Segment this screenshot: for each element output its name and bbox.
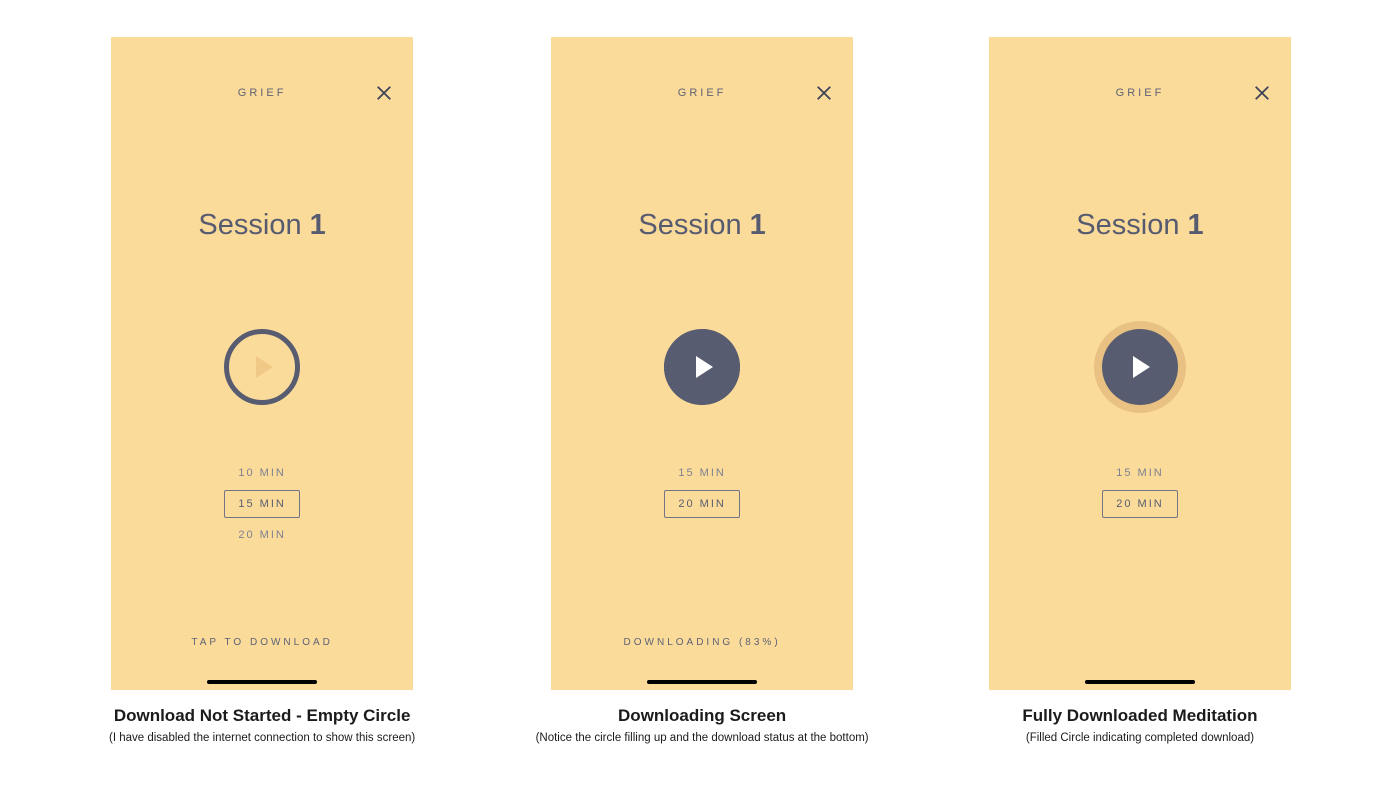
- caption: Download Not Started - Empty Circle (I h…: [109, 706, 415, 744]
- caption: Downloading Screen (Notice the circle fi…: [536, 706, 869, 744]
- play-icon: [696, 356, 713, 378]
- phone-screen-downloading: GRIEF Session 1 15 MIN 20 MIN DOWNLOADIN…: [551, 37, 853, 690]
- screen-col-3: GRIEF Session 1 15 MIN 20 MIN Fully Down…: [989, 37, 1291, 787]
- play-button-wrap: [1094, 329, 1186, 421]
- play-button[interactable]: [224, 329, 300, 405]
- top-bar: GRIEF: [111, 87, 413, 99]
- session-title: Session 1: [111, 209, 413, 242]
- home-indicator[interactable]: [1085, 680, 1195, 684]
- download-status: DOWNLOADING (83%): [551, 637, 853, 648]
- play-icon: [256, 356, 273, 378]
- caption-sub: (Filled Circle indicating completed down…: [1022, 732, 1257, 744]
- duration-option[interactable]: 15 MIN: [678, 467, 725, 479]
- session-prefix: Session: [198, 209, 309, 241]
- duration-option-selected[interactable]: 20 MIN: [664, 490, 739, 518]
- duration-option-selected[interactable]: 15 MIN: [224, 490, 299, 518]
- phone-screen-downloaded: GRIEF Session 1 15 MIN 20 MIN: [989, 37, 1291, 690]
- play-inner: [664, 329, 740, 405]
- caption-title: Download Not Started - Empty Circle: [109, 706, 415, 726]
- screen-col-1: GRIEF Session 1 10 MIN 15 MIN 20 MIN TAP…: [109, 37, 415, 787]
- download-status[interactable]: TAP TO DOWNLOAD: [111, 637, 413, 648]
- session-number: 1: [310, 209, 326, 241]
- play-icon: [1133, 356, 1150, 378]
- caption: Fully Downloaded Meditation (Filled Circ…: [1022, 706, 1257, 744]
- top-bar: GRIEF: [551, 87, 853, 99]
- duration-option[interactable]: 15 MIN: [1116, 467, 1163, 479]
- duration-option[interactable]: 10 MIN: [238, 467, 285, 479]
- session-title: Session 1: [551, 209, 853, 242]
- home-indicator[interactable]: [647, 680, 757, 684]
- caption-sub: (Notice the circle filling up and the do…: [536, 732, 869, 744]
- close-icon[interactable]: [375, 84, 395, 104]
- session-number: 1: [750, 209, 766, 241]
- duration-picker: 15 MIN 20 MIN: [551, 467, 853, 518]
- session-prefix: Session: [638, 209, 749, 241]
- duration-picker: 10 MIN 15 MIN 20 MIN: [111, 467, 413, 541]
- duration-picker: 15 MIN 20 MIN: [989, 467, 1291, 518]
- play-glow: [1094, 321, 1186, 413]
- close-icon[interactable]: [815, 84, 835, 104]
- caption-title: Downloading Screen: [536, 706, 869, 726]
- play-button[interactable]: [1102, 329, 1178, 405]
- play-button-wrap: [664, 329, 740, 405]
- session-number: 1: [1188, 209, 1204, 241]
- session-prefix: Session: [1076, 209, 1187, 241]
- screen-col-2: GRIEF Session 1 15 MIN 20 MIN DOWNLOADIN…: [536, 37, 869, 787]
- duration-option-selected[interactable]: 20 MIN: [1102, 490, 1177, 518]
- play-button[interactable]: [664, 329, 740, 405]
- category-label: GRIEF: [1116, 87, 1165, 99]
- caption-sub: (I have disabled the internet connection…: [109, 732, 415, 744]
- play-button-wrap: [224, 329, 300, 405]
- top-bar: GRIEF: [989, 87, 1291, 99]
- category-label: GRIEF: [678, 87, 727, 99]
- phone-screen-not-started: GRIEF Session 1 10 MIN 15 MIN 20 MIN TAP…: [111, 37, 413, 690]
- home-indicator[interactable]: [207, 680, 317, 684]
- category-label: GRIEF: [238, 87, 287, 99]
- close-icon[interactable]: [1253, 84, 1273, 104]
- caption-title: Fully Downloaded Meditation: [1022, 706, 1257, 726]
- duration-option[interactable]: 20 MIN: [238, 529, 285, 541]
- session-title: Session 1: [989, 209, 1291, 242]
